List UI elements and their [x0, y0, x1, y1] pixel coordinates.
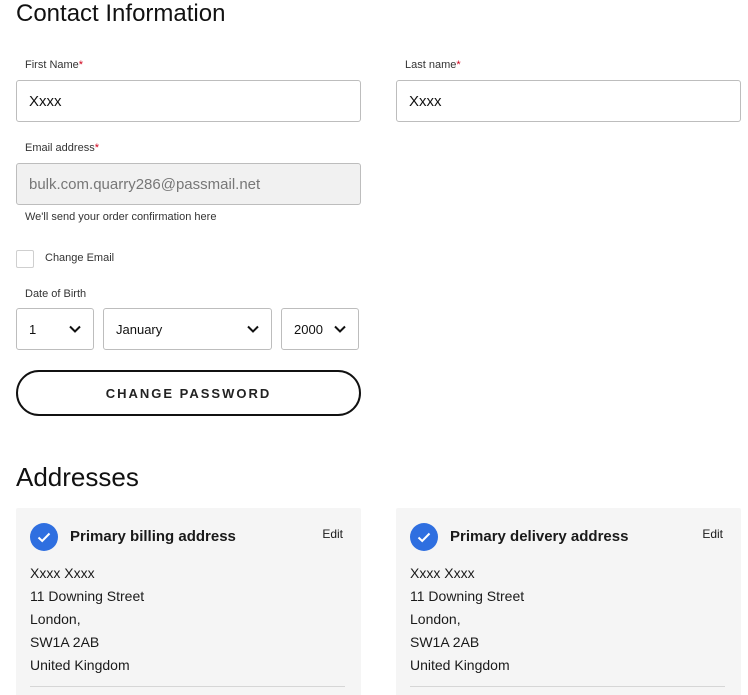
billing-address-country: United Kingdom: [30, 657, 130, 673]
divider: [30, 686, 345, 687]
delivery-address-city: London,: [410, 611, 461, 627]
email-helper-text: We'll send your order confirmation here: [25, 211, 217, 223]
dob-day-select[interactable]: 1: [16, 308, 94, 350]
billing-address-postcode: SW1A 2AB: [30, 634, 100, 650]
first-name-label: First Name*: [25, 59, 84, 71]
chevron-down-icon: [247, 322, 261, 336]
billing-address-name: Xxxx Xxxx: [30, 565, 95, 581]
first-name-input[interactable]: [16, 80, 361, 122]
dob-year-value: 2000: [294, 321, 323, 337]
check-circle-icon: [410, 523, 438, 551]
chevron-down-icon: [334, 322, 348, 336]
dob-month-select[interactable]: January: [103, 308, 272, 350]
chevron-down-icon: [69, 322, 83, 336]
delivery-address-country: United Kingdom: [410, 657, 510, 673]
change-email-checkbox[interactable]: [16, 250, 34, 268]
addresses-heading: Addresses: [16, 462, 139, 492]
delivery-address-title: Primary delivery address: [450, 528, 629, 545]
delivery-address-card: Primary delivery address Edit Xxxx Xxxx …: [396, 508, 741, 695]
check-circle-icon: [30, 523, 58, 551]
delivery-address-street: 11 Downing Street: [410, 588, 525, 604]
account-page: Contact Information First Name* Last nam…: [0, 0, 748, 695]
billing-address-card: Primary billing address Edit Xxxx Xxxx 1…: [16, 508, 361, 695]
billing-address-title: Primary billing address: [70, 528, 236, 545]
edit-billing-address-link[interactable]: Edit: [322, 527, 343, 541]
delivery-address-name: Xxxx Xxxx: [410, 565, 475, 581]
last-name-input[interactable]: [396, 80, 741, 122]
dob-month-value: January: [116, 321, 163, 337]
contact-heading: Contact Information: [16, 0, 226, 27]
delivery-address-postcode: SW1A 2AB: [410, 634, 480, 650]
billing-address-street: 11 Downing Street: [30, 588, 145, 604]
email-label: Email address*: [25, 142, 99, 154]
email-input: [16, 163, 361, 205]
divider: [410, 686, 725, 687]
dob-day-value: 1: [29, 321, 37, 337]
dob-year-select[interactable]: 2000: [281, 308, 359, 350]
billing-address-city: London,: [30, 611, 81, 627]
edit-delivery-address-link[interactable]: Edit: [702, 527, 723, 541]
dob-label: Date of Birth: [25, 288, 87, 300]
change-email-label[interactable]: Change Email: [45, 252, 114, 264]
last-name-label: Last name*: [405, 59, 461, 71]
change-password-button[interactable]: CHANGE PASSWORD: [16, 370, 361, 416]
